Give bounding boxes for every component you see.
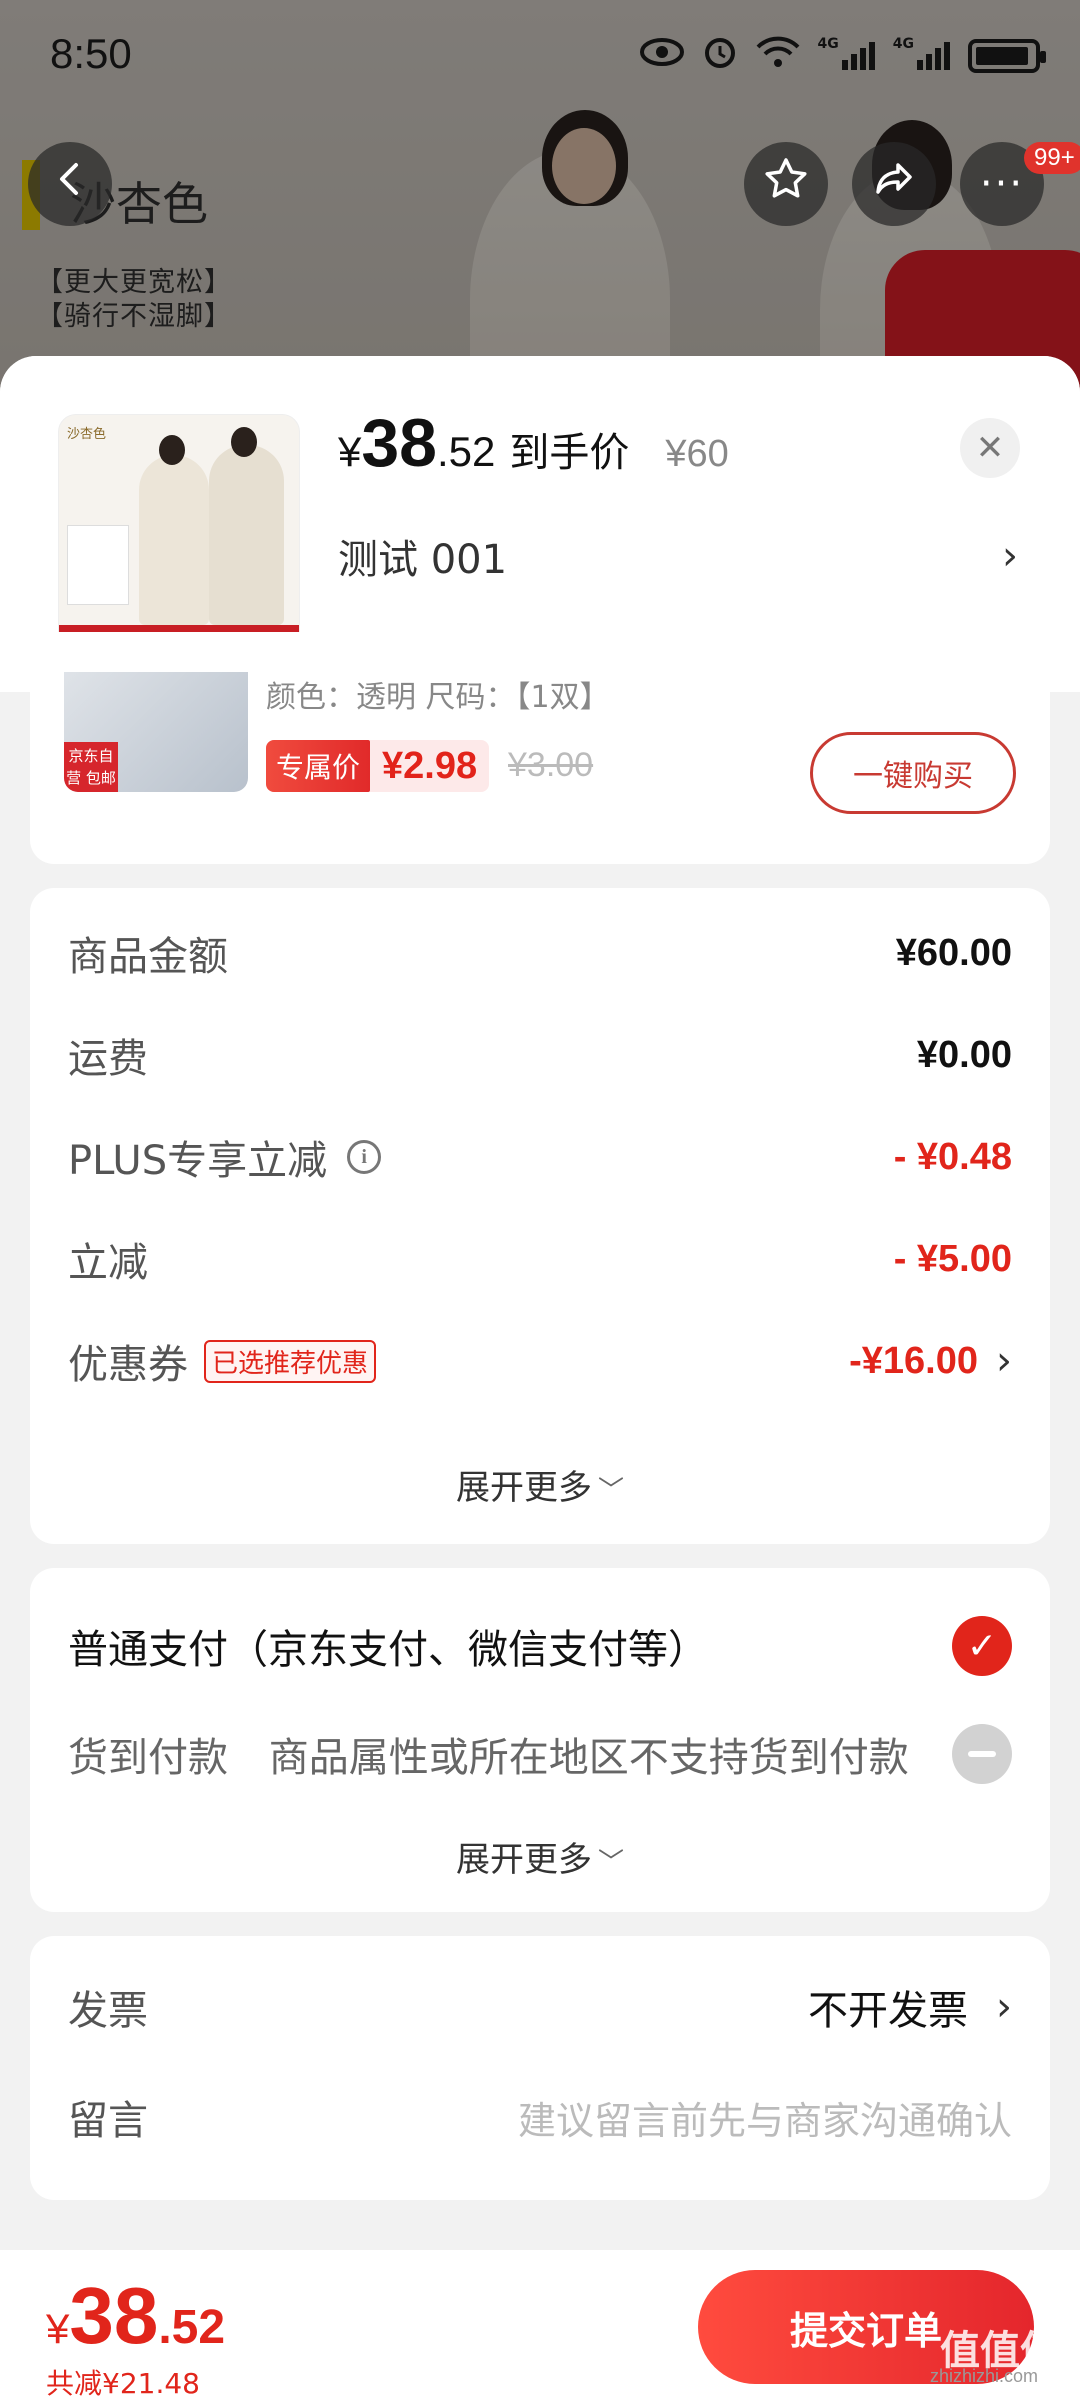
expand-label: 展开更多	[455, 1468, 592, 1508]
variant-text: 测试 001	[338, 537, 508, 583]
price-decimal: .52	[437, 428, 496, 475]
invoice-value: 不开发票	[808, 1988, 968, 2034]
watermark-url: zhizhizhi.com	[930, 2366, 1039, 2386]
addon-original-price: ¥3.00	[508, 746, 594, 784]
chevron-right-icon: ›	[996, 1984, 1012, 2030]
row-label: 运费	[68, 1036, 148, 1082]
thumb-hair-2	[231, 427, 257, 457]
price-integer: 38	[361, 405, 437, 481]
signal-icon-2: 4G	[893, 36, 950, 70]
thumb-model-2	[209, 445, 284, 625]
exclusive-tag: 专属价	[266, 740, 371, 792]
final-price: ¥ 38 .52 到手价 ¥60	[338, 404, 729, 482]
row-amount: ¥60.00	[895, 931, 1012, 974]
disabled-icon	[952, 1724, 1012, 1784]
row-label: PLUS专享立减	[68, 1138, 328, 1184]
exclusive-price-badge: 专属价 ¥2.98	[266, 740, 490, 792]
eye-icon	[639, 37, 684, 75]
row-label: 立减	[68, 1240, 148, 1286]
row-amount: - ¥0.48	[893, 1135, 1012, 1178]
exclusive-price: ¥2.98	[382, 744, 478, 787]
cod-note: 商品属性或所在地区不支持货到付款	[268, 1735, 909, 1781]
row-shipping: 运费 ¥0.00	[68, 1020, 1012, 1090]
share-icon	[870, 155, 918, 214]
back-button[interactable]	[28, 142, 112, 226]
row-plus-discount: PLUS专享立减 i - ¥0.48	[68, 1122, 1012, 1192]
thumb-brand: 沙杏色	[67, 427, 107, 442]
close-icon: ✕	[975, 428, 1005, 468]
row-amount: -¥16.00	[849, 1339, 978, 1382]
chevron-down-icon: ﹀	[597, 1848, 624, 1878]
addon-product-card: 京东自营 包邮 颜色：透明 尺码：【1双】 专属价 ¥2.98 ¥3.00 一键…	[30, 632, 1050, 864]
chevron-right-icon: ›	[996, 1338, 1012, 1384]
thumb-model-1	[139, 455, 209, 625]
price-breakdown-card: 商品金额 ¥60.00 运费 ¥0.00 PLUS专享立减 i - ¥0.48 …	[30, 888, 1050, 1544]
row-coupon[interactable]: 优惠券 已选推荐优惠 -¥16.00 ›	[68, 1326, 1012, 1396]
coupon-recommended-tag: 已选推荐优惠	[204, 1339, 377, 1383]
chevron-right-icon: ›	[1002, 533, 1018, 579]
note-row[interactable]: 留言 建议留言前先与商家沟通确认	[68, 2082, 1012, 2152]
addon-attributes: 颜色：透明 尺码：【1双】	[266, 680, 610, 715]
total-saved: 共减¥21.48	[46, 2367, 200, 2400]
thumb-hair-1	[159, 435, 185, 465]
payment-method-card: 普通支付（京东支付、微信支付等） ✓ 货到付款 商品属性或所在地区不支持货到付款…	[30, 1568, 1050, 1912]
addon-image-label: 京东自营 包邮	[64, 742, 118, 792]
payment-option-normal[interactable]: 普通支付（京东支付、微信支付等） ✓	[68, 1606, 1012, 1686]
coupon-amount-wrap: -¥16.00 ›	[849, 1338, 1012, 1384]
order-sheet: 沙杏色 ¥ 38 .52 到手价 ¥60 ✕ 测试 001 › 京东自营 包邮	[0, 356, 1080, 2400]
favorite-button[interactable]	[744, 142, 828, 226]
close-button[interactable]: ✕	[960, 418, 1020, 478]
variant-selector[interactable]: 测试 001 ›	[338, 526, 1018, 586]
invoice-row[interactable]: 发票 不开发票 ›	[68, 1972, 1012, 2042]
price-label: 到手价	[509, 430, 630, 476]
row-label: 优惠券	[68, 1342, 188, 1388]
invoice-value-wrap: 不开发票 ›	[808, 1978, 1012, 2036]
invoice-label: 发票	[68, 1988, 148, 2034]
note-input[interactable]: 建议留言前先与商家沟通确认	[518, 2090, 1012, 2145]
payment-option-cod: 货到付款 商品属性或所在地区不支持货到付款	[68, 1714, 1012, 1794]
row-goods-amount: 商品金额 ¥60.00	[68, 918, 1012, 988]
total-price: ¥ 38 .52	[46, 2270, 225, 2362]
share-button[interactable]	[852, 142, 936, 226]
one-click-buy-button[interactable]: 一键购买	[810, 732, 1016, 814]
total-integer: 38	[69, 2271, 159, 2360]
status-time: 8:50	[50, 30, 132, 77]
expand-more-payment[interactable]: 展开更多 ﹀	[30, 1832, 1050, 1881]
cod-wrap: 货到付款 商品属性或所在地区不支持货到付款	[68, 1725, 909, 1783]
more-dots-icon: ···	[979, 161, 1025, 207]
cod-label: 货到付款	[68, 1735, 228, 1781]
row-amount: - ¥5.00	[893, 1237, 1012, 1280]
status-icons: 4G 4G	[639, 34, 1046, 78]
signal-icon-1: 4G	[818, 36, 875, 70]
invoice-card: 发票 不开发票 › 留言 建议留言前先与商家沟通确认	[30, 1936, 1050, 2200]
payment-normal-label: 普通支付（京东支付、微信支付等）	[68, 1627, 708, 1673]
wifi-icon	[756, 35, 800, 77]
row-label: 商品金额	[68, 934, 228, 980]
row-amount: ¥0.00	[916, 1033, 1012, 1076]
star-icon	[762, 155, 810, 214]
note-label: 留言	[68, 2098, 148, 2144]
expand-more-breakdown[interactable]: 展开更多 ﹀	[30, 1460, 1050, 1509]
original-price: ¥60	[665, 433, 729, 475]
product-thumbnail[interactable]: 沙杏色	[58, 414, 300, 656]
size-chart-image	[67, 525, 129, 605]
expand-label: 展开更多	[455, 1840, 592, 1880]
info-icon[interactable]: i	[347, 1140, 382, 1174]
row-label-wrap: PLUS专享立减 i	[68, 1128, 382, 1186]
status-bar: 8:50 4G 4G	[0, 0, 1080, 110]
back-arrow-icon	[50, 159, 90, 210]
more-badge: 99+	[1024, 142, 1080, 174]
checkout-bar: ¥ 38 .52 共减¥21.48 提交订单	[0, 2250, 1080, 2400]
total-symbol: ¥	[46, 2305, 70, 2352]
row-label-wrap: 优惠券 已选推荐优惠	[68, 1332, 377, 1390]
checkmark-icon[interactable]: ✓	[952, 1616, 1012, 1676]
chevron-down-icon: ﹀	[597, 1476, 624, 1506]
battery-icon	[968, 39, 1046, 73]
total-decimal: .52	[158, 2301, 226, 2354]
row-instant-discount: 立减 - ¥5.00	[68, 1224, 1012, 1294]
addon-product-image[interactable]: 京东自营 包邮	[64, 672, 248, 792]
price-symbol: ¥	[338, 428, 362, 475]
alarm-icon	[702, 34, 738, 78]
